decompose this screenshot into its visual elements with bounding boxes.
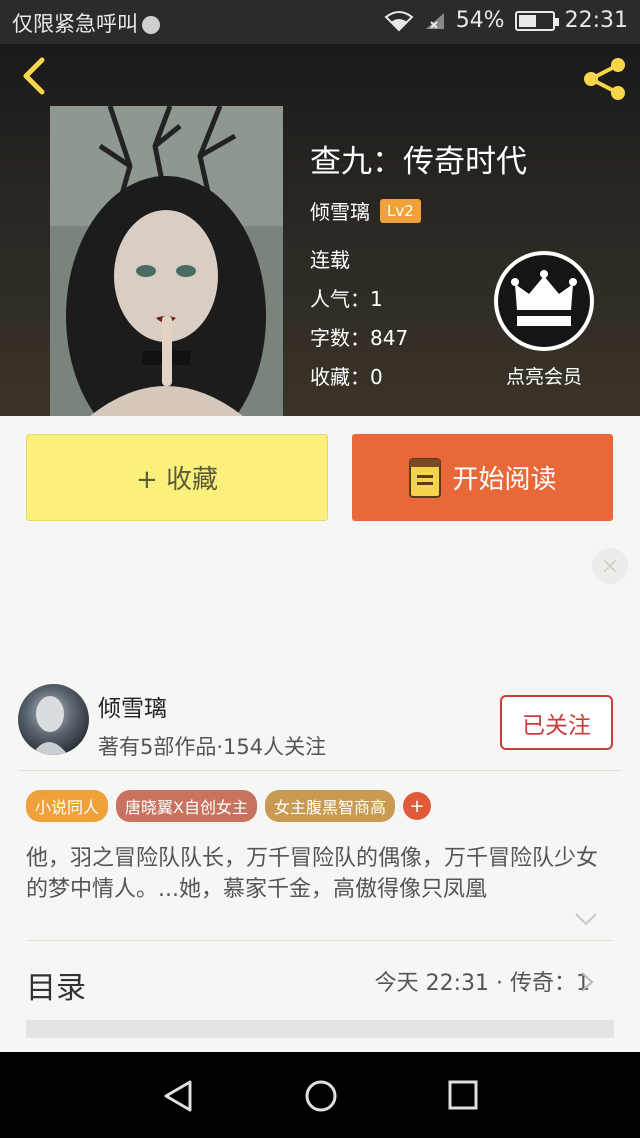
clock: 22:31 [564,8,628,33]
wifi-icon [384,10,414,31]
toc-latest-chapter[interactable]: 今天 22:31 · 传奇：1 [375,965,590,997]
book-title: 查九：传奇时代 [310,144,527,180]
chevron-down-icon[interactable] [574,912,598,926]
divider [18,770,622,771]
author-card-stats: 著有5部作品·154人关注 [98,735,327,759]
battery-icon [514,10,559,31]
tag-0[interactable]: 小说同人 [26,790,109,822]
globe-icon [142,16,160,34]
add-tag-button[interactable]: + [403,792,431,820]
collect-label: + 收藏 [135,465,219,495]
book-header: 查九：传奇时代 倾雪璃 Lv2 连载 人气：1 字数：847 收藏：0 点亮会员 [0,44,640,416]
word-count: 字数：847 [310,326,409,350]
chevron-right-icon[interactable] [580,971,594,993]
vip-button[interactable]: 点亮会员 [493,250,595,389]
book-cover[interactable] [50,106,283,416]
battery-level [518,14,536,27]
author-card-name[interactable]: 倾雪璃 [98,689,167,723]
serial-status: 连载 [310,248,350,272]
tag-1[interactable]: 唐晓翼X自创女主 [116,790,257,822]
triangle-back-icon[interactable] [162,1079,196,1113]
collect-button[interactable]: + 收藏 [26,434,328,521]
square-recent-icon[interactable] [448,1080,478,1110]
tag-2[interactable]: 女主腹黑智商高 [264,790,395,822]
book-icon [409,457,442,498]
divider [26,940,614,941]
vip-label: 点亮会员 [505,366,582,388]
signal-icon [425,12,444,29]
cover-illustration [50,106,283,416]
popularity: 人气：1 [310,287,383,311]
status-right: 54% 22:31 [384,8,628,33]
author-row[interactable]: 倾雪璃 Lv2 [310,196,421,225]
circle-home-icon[interactable] [304,1079,338,1113]
carrier-text: 仅限紧急呼叫 [12,12,138,36]
close-icon[interactable] [592,548,628,584]
crown-icon [494,251,594,351]
chevron-left-icon [23,57,45,95]
favorites-count: 收藏：0 [310,365,383,389]
system-nav-bar [0,1052,640,1138]
avatar-image [32,696,68,755]
follow-label: 已关注 [522,712,591,739]
status-left: 仅限紧急呼叫 [12,8,160,38]
author-name[interactable]: 倾雪璃 [310,196,370,225]
book-description[interactable]: 他，羽之冒险队队长，万千冒险队的偶像，万千冒险队少女的梦中情人。...她，慕家千… [26,843,614,905]
back-button[interactable] [16,56,56,96]
start-reading-button[interactable]: 开始阅读 [352,434,613,521]
tag-list: 小说同人 唐晓翼X自创女主 女主腹黑智商高 + [26,790,431,822]
read-label: 开始阅读 [452,465,557,495]
battery-percent: 54% [455,8,505,33]
toc-title[interactable]: 目录 [26,963,86,1007]
status-bar: 仅限紧急呼叫 54% 22:31 [0,0,640,44]
follow-button[interactable]: 已关注 [500,695,613,750]
level-badge: Lv2 [380,198,421,223]
share-button[interactable] [582,56,628,102]
content-placeholder [26,1020,614,1038]
avatar[interactable] [18,684,89,755]
